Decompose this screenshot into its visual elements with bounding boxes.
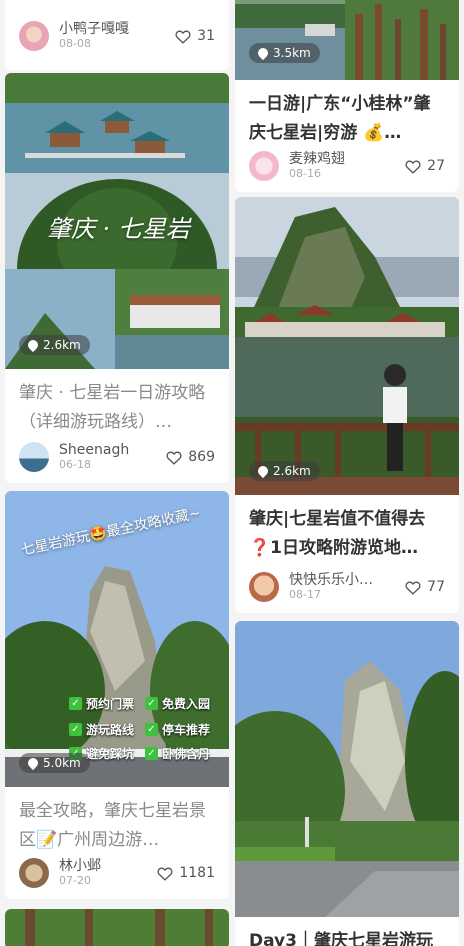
note-card[interactable]: 小鸭子嘎嘎 08-08 31 [5, 0, 229, 70]
card-title[interactable]: 一日游|广东“小桂林”肇庆七星岩|穷游 💰… [235, 90, 459, 148]
note-card[interactable]: 七星岩游玩🤩最全攻略收藏~ ✓预约门票 ✓免费入园 ✓游玩路线 ✓停车推荐 ✓避… [5, 491, 229, 899]
card-title[interactable]: 肇庆 · 七星岩一日游攻略（详细游玩路线）… [5, 379, 229, 437]
cover-image[interactable]: 3.5km [235, 0, 459, 80]
card-title[interactable]: 肇庆|七星岩值不值得去❓1日攻略附游览地… [235, 505, 459, 563]
check-item: ✓ 预约门票 [69, 695, 134, 712]
feed-grid: 小鸭子嘎嘎 08-08 31 3.5km 一日游|广东“小桂林”肇庆七星岩|穷游… [0, 0, 464, 946]
avatar[interactable] [249, 572, 279, 602]
location-pin-icon [25, 755, 41, 771]
note-card[interactable]: Day3｜肇庆七星岩游玩 [235, 621, 459, 946]
like-button[interactable]: 27 [405, 158, 445, 174]
check-icon: ✓ [145, 723, 158, 736]
check-icon: ✓ [145, 747, 158, 760]
location-pin-icon [255, 45, 271, 61]
like-count: 77 [427, 579, 445, 595]
author-name[interactable]: 麦辣鸡翅 [289, 151, 405, 167]
distance-badge: 5.0km [19, 753, 90, 773]
avatar[interactable] [19, 21, 49, 51]
like-button[interactable]: 1181 [157, 865, 215, 881]
post-date: 06-18 [59, 458, 91, 471]
card-meta: 快快乐乐小… 08-17 77 [249, 569, 445, 605]
cover-photo[interactable] [5, 909, 229, 946]
location-pin-icon [255, 463, 271, 479]
cover-image[interactable] [235, 621, 459, 917]
distance-text: 3.5km [273, 46, 311, 60]
check-icon: ✓ [69, 723, 82, 736]
distance-badge: 2.6km [249, 461, 320, 481]
author-name[interactable]: 林小邺 [59, 858, 157, 874]
heart-icon [166, 451, 182, 465]
location-pin-icon [25, 337, 41, 353]
author-name[interactable]: 快快乐乐小… [289, 572, 405, 588]
heart-icon [405, 581, 421, 595]
post-date: 07-20 [59, 874, 91, 887]
heart-icon [157, 867, 173, 881]
check-item: ✓ 游玩路线 [69, 721, 134, 738]
avatar[interactable] [249, 151, 279, 181]
card-meta: 麦辣鸡翅 08-16 27 [249, 148, 445, 184]
note-card[interactable]: 肇庆 · 七星岩 2.6km 肇庆 · 七星岩一日游攻略（详细游玩路线）… Sh… [5, 73, 229, 483]
avatar[interactable] [19, 442, 49, 472]
like-button[interactable]: 77 [405, 579, 445, 595]
check-item: ✓ 卧佛含丹 [145, 745, 210, 762]
cover-caption: 肇庆 · 七星岩 [47, 215, 190, 243]
cover-photo [235, 621, 459, 917]
distance-text: 5.0km [43, 756, 81, 770]
like-count: 31 [197, 28, 215, 44]
note-card[interactable]: 2.6km 肇庆|七星岩值不值得去❓1日攻略附游览地… 快快乐乐小… 08-17… [235, 197, 459, 613]
post-date: 08-17 [289, 588, 321, 601]
cover-photo [235, 197, 459, 495]
avatar[interactable] [19, 858, 49, 888]
note-card[interactable] [5, 909, 229, 946]
like-button[interactable]: 31 [175, 28, 215, 44]
check-item: ✓ 免费入园 [145, 695, 210, 712]
cover-image[interactable]: 七星岩游玩🤩最全攻略收藏~ ✓预约门票 ✓免费入园 ✓游玩路线 ✓停车推荐 ✓避… [5, 491, 229, 787]
author-name[interactable]: 小鸭子嘎嘎 [59, 21, 175, 37]
like-count: 27 [427, 158, 445, 174]
like-count: 869 [188, 449, 215, 465]
post-date: 08-08 [59, 37, 91, 50]
card-meta: 小鸭子嘎嘎 08-08 31 [19, 18, 215, 54]
card-meta: 林小邺 07-20 1181 [19, 855, 215, 891]
heart-icon [405, 160, 421, 174]
cover-image[interactable]: 2.6km [235, 197, 459, 495]
cover-photo [235, 0, 459, 80]
like-button[interactable]: 869 [166, 449, 215, 465]
card-title[interactable]: Day3｜肇庆七星岩游玩 [235, 927, 459, 946]
distance-text: 2.6km [273, 464, 311, 478]
cover-image[interactable]: 肇庆 · 七星岩 2.6km [5, 73, 229, 369]
check-icon: ✓ [69, 697, 82, 710]
check-icon: ✓ [145, 697, 158, 710]
author-name[interactable]: Sheenagh [59, 442, 166, 458]
card-meta: Sheenagh 06-18 869 [19, 439, 215, 475]
post-date: 08-16 [289, 167, 321, 180]
heart-icon [175, 30, 191, 44]
card-title[interactable]: 最全攻略，肇庆七星岩景区📝广州周边游… [5, 797, 229, 855]
distance-text: 2.6km [43, 338, 81, 352]
distance-badge: 3.5km [249, 43, 320, 63]
like-count: 1181 [179, 865, 215, 881]
note-card[interactable]: 3.5km 一日游|广东“小桂林”肇庆七星岩|穷游 💰… 麦辣鸡翅 08-16 … [235, 0, 459, 192]
check-item: ✓ 停车推荐 [145, 721, 210, 738]
distance-badge: 2.6km [19, 335, 90, 355]
